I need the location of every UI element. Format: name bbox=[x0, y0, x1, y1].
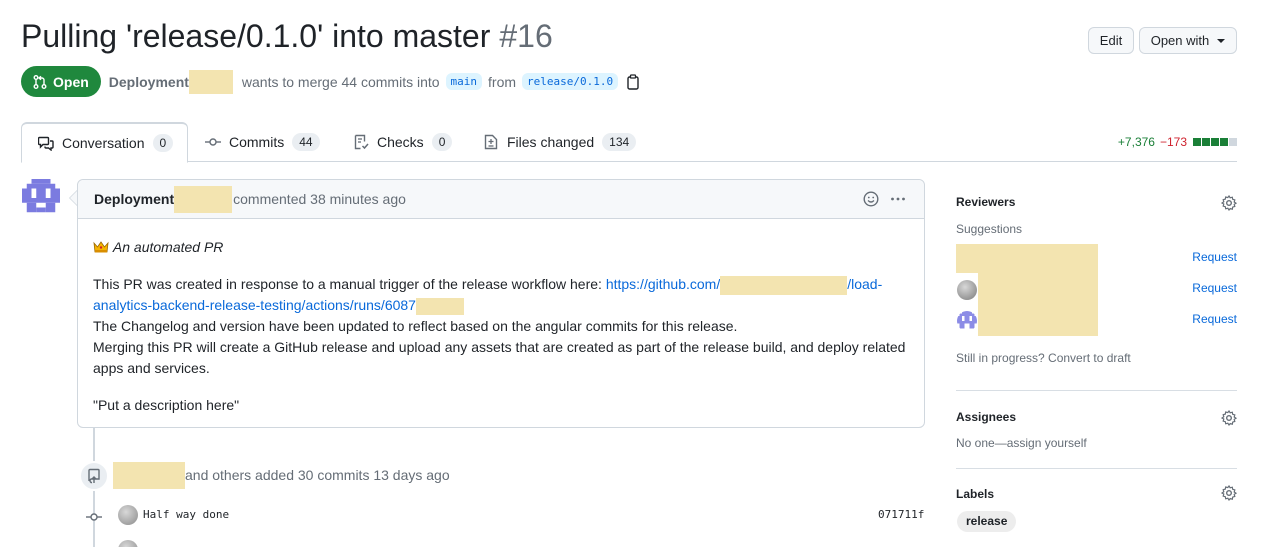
comment-pointer-fill bbox=[70, 191, 77, 205]
pr-tabs: Conversation 0 Commits 44 Checks 0 Files… bbox=[21, 122, 1237, 163]
comment-text: The Changelog and version have been upda… bbox=[93, 318, 738, 334]
gear-icon[interactable] bbox=[1221, 485, 1237, 501]
reviewers-section: Reviewers bbox=[956, 195, 1237, 215]
request-review-button[interactable]: Request bbox=[1192, 281, 1237, 295]
tab-conversation-label: Conversation bbox=[62, 135, 145, 151]
tab-files-changed[interactable]: Files changed 134 bbox=[483, 122, 637, 162]
label-release[interactable]: release bbox=[957, 511, 1017, 532]
diffstat-deletions: −173 bbox=[1159, 135, 1187, 149]
tab-files-changed-label: Files changed bbox=[507, 134, 595, 150]
timeline-badge bbox=[79, 461, 109, 491]
file-diff-icon bbox=[484, 134, 498, 150]
timeline-event-text: and others added 30 commits 13 days ago bbox=[185, 467, 450, 483]
diffstat-block bbox=[1220, 138, 1228, 146]
avatar[interactable] bbox=[118, 540, 138, 547]
checklist-icon bbox=[354, 134, 369, 150]
tab-conversation-count: 0 bbox=[152, 134, 174, 152]
comment-heading: An automated PR bbox=[112, 239, 224, 255]
convert-to-draft-link[interactable]: Still in progress? Convert to draft bbox=[956, 351, 1237, 365]
avatar[interactable] bbox=[22, 179, 60, 217]
pr-title-row: Pulling 'release/0.1.0' into master #16 bbox=[21, 18, 553, 62]
labels-section: Labels bbox=[956, 485, 1237, 507]
status-badge: Open bbox=[21, 66, 101, 97]
comment-author[interactable]: Deployment bbox=[94, 191, 174, 207]
gear-icon[interactable] bbox=[1221, 410, 1237, 426]
comment-discussion-icon bbox=[38, 136, 54, 151]
redacted-block bbox=[720, 275, 848, 295]
merge-text: wants to merge 44 commits into bbox=[241, 73, 440, 90]
assignees-title: Assignees bbox=[956, 410, 1017, 424]
status-badge-label: Open bbox=[53, 73, 89, 90]
request-review-button[interactable]: Request bbox=[1192, 250, 1237, 264]
repo-push-icon bbox=[88, 468, 100, 484]
head-branch[interactable]: release/0.1.0 bbox=[522, 73, 619, 90]
pr-state-row: Open Deployment wants to merge 44 commit… bbox=[21, 66, 640, 97]
from-text: from bbox=[488, 73, 517, 90]
comment-box: Deployment commented 38 minutes ago An a… bbox=[77, 179, 925, 428]
open-with-label: Open with bbox=[1150, 33, 1210, 48]
base-branch[interactable]: main bbox=[445, 73, 483, 90]
diffstat-block bbox=[1202, 138, 1210, 146]
triangle-down-icon bbox=[1217, 38, 1226, 43]
assignees-value[interactable]: No one—assign yourself bbox=[956, 436, 1237, 450]
workflow-run-link-part: https://github.com/ bbox=[605, 276, 721, 292]
diffstat[interactable]: +7,376 −173 bbox=[1118, 135, 1237, 149]
redacted-block bbox=[415, 297, 464, 315]
pr-title: Pulling 'release/0.1.0' into master bbox=[21, 18, 491, 54]
tab-checks[interactable]: Checks 0 bbox=[353, 122, 453, 162]
reviewer-suggestion: Request bbox=[956, 250, 1237, 266]
commit-sha[interactable]: 071711f bbox=[878, 508, 924, 521]
reviewer-suggestion: Request bbox=[956, 281, 1237, 297]
tab-commits[interactable]: Commits 44 bbox=[205, 122, 320, 162]
pr-number: #16 bbox=[499, 18, 553, 54]
diffstat-blocks bbox=[1192, 138, 1237, 146]
tab-commits-label: Commits bbox=[229, 134, 285, 150]
diffstat-block bbox=[1193, 138, 1201, 146]
redacted-block bbox=[188, 69, 233, 94]
open-with-button[interactable]: Open with bbox=[1139, 27, 1237, 54]
comment-body: An automated PR This PR was created in r… bbox=[78, 219, 924, 416]
comment-actions bbox=[863, 191, 906, 207]
labels-title: Labels bbox=[956, 487, 995, 501]
tab-files-changed-count: 134 bbox=[602, 133, 637, 151]
comment-meta[interactable]: commented 38 minutes ago bbox=[233, 191, 406, 207]
reviewer-suggestion: Request bbox=[956, 312, 1237, 328]
comment-text: "Put a description here" bbox=[93, 397, 240, 413]
avatar[interactable] bbox=[118, 505, 138, 525]
comment-header: Deployment commented 38 minutes ago bbox=[78, 180, 924, 219]
smiley-icon[interactable] bbox=[863, 191, 879, 207]
crown-icon bbox=[93, 241, 109, 253]
timeline-event: and others added 30 commits 13 days ago bbox=[113, 461, 450, 489]
workflow-run-link-part: /load- bbox=[847, 276, 883, 292]
gear-icon[interactable] bbox=[1221, 195, 1237, 211]
tab-conversation[interactable]: Conversation 0 bbox=[21, 122, 189, 163]
kebab-horizontal-icon[interactable] bbox=[890, 191, 906, 207]
edit-button[interactable]: Edit bbox=[1088, 27, 1134, 54]
suggestions-label: Suggestions bbox=[956, 222, 1023, 236]
comment-text: Merging this PR will create a GitHub rel… bbox=[93, 339, 906, 376]
tab-checks-count: 0 bbox=[431, 133, 453, 151]
divider bbox=[956, 468, 1237, 469]
reviewers-title: Reviewers bbox=[956, 195, 1016, 209]
diffstat-block bbox=[1229, 138, 1237, 146]
commit-message[interactable]: Half way done bbox=[143, 508, 229, 521]
git-commit-icon bbox=[86, 513, 102, 521]
author-link[interactable]: Deployment bbox=[109, 74, 189, 90]
redacted-block bbox=[174, 185, 233, 213]
redacted-block bbox=[113, 461, 185, 489]
git-commit-icon bbox=[205, 138, 221, 146]
assignees-section: Assignees bbox=[956, 410, 1237, 430]
diffstat-block bbox=[1211, 138, 1219, 146]
copy-icon[interactable] bbox=[626, 73, 640, 90]
divider bbox=[956, 390, 1237, 391]
tab-commits-count: 44 bbox=[292, 133, 320, 151]
git-pull-request-icon bbox=[33, 74, 47, 89]
diffstat-additions: +7,376 bbox=[1117, 135, 1155, 149]
request-review-button[interactable]: Request bbox=[1192, 312, 1237, 326]
workflow-run-link-part: analytics-backend-release-testing/action… bbox=[93, 297, 416, 313]
tab-checks-label: Checks bbox=[377, 134, 424, 150]
comment-text: This PR was created in response to a man… bbox=[93, 276, 606, 292]
